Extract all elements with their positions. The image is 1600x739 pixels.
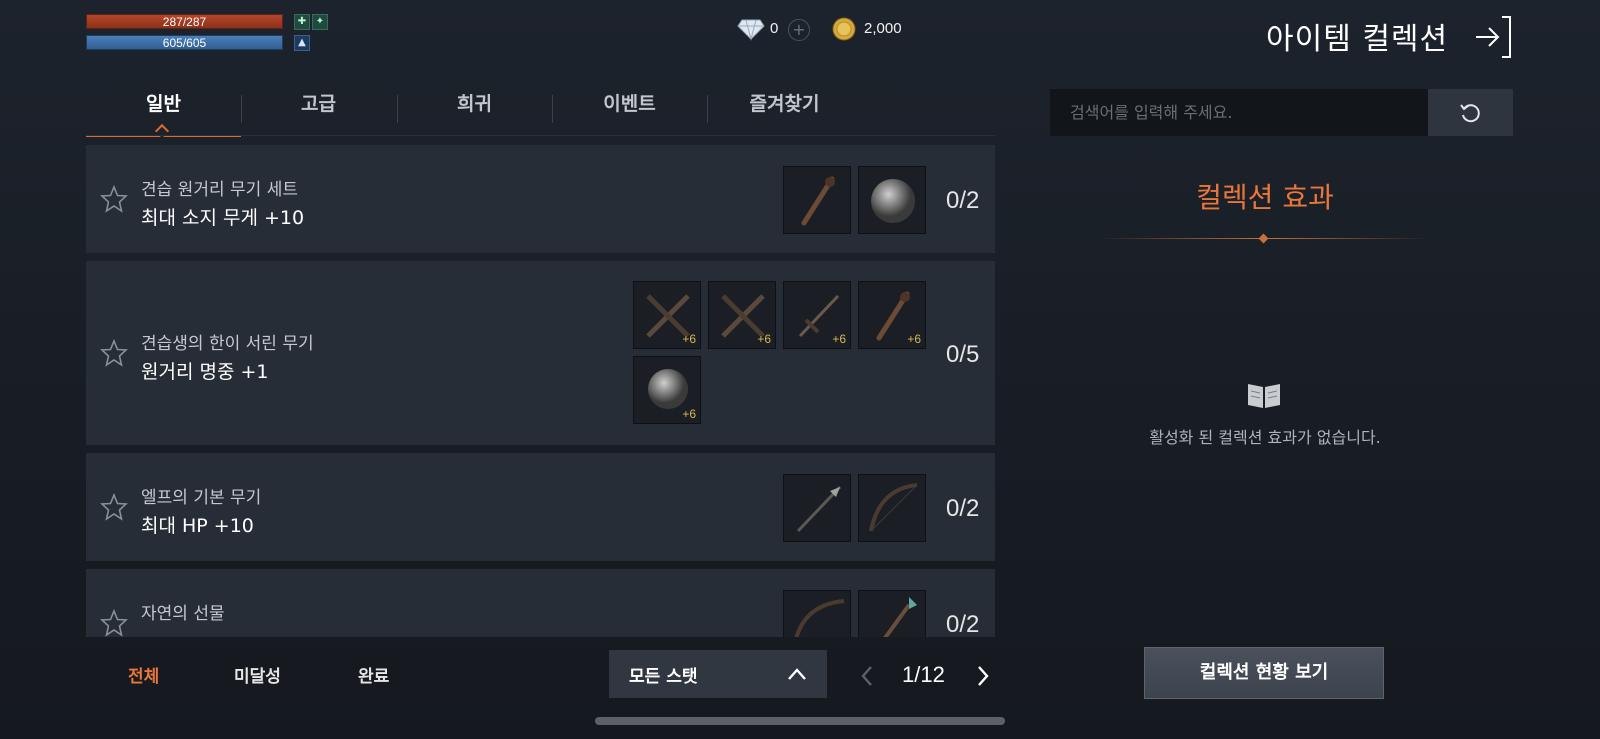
item-slot[interactable]: +6 xyxy=(633,281,701,349)
collection-list[interactable]: 견습 원거리 무기 세트 최대 소지 무게 +10 0/2 견습생의 한이 서린… xyxy=(86,145,995,637)
staff-icon xyxy=(801,176,835,226)
enhance-level: +6 xyxy=(682,407,696,421)
favorite-star-icon[interactable] xyxy=(100,185,128,213)
collection-effect: 원거리 명중 +1 xyxy=(141,361,269,383)
tab-event[interactable]: 이벤트 xyxy=(552,87,707,137)
enhance-level: +6 xyxy=(682,332,696,346)
collection-row[interactable]: 견습생의 한이 서린 무기 원거리 명중 +1 +6 +6 +6 +6 +6 0… xyxy=(86,261,995,445)
item-slot[interactable] xyxy=(783,474,851,542)
collection-name: 견습생의 한이 서린 무기 xyxy=(141,334,314,354)
diamond-count: 0 xyxy=(770,20,779,37)
buff-icon[interactable]: ▲ xyxy=(294,35,310,51)
stat-filter-dropdown[interactable]: 모든 스탯 xyxy=(609,650,827,698)
tab-rare[interactable]: 희귀 xyxy=(397,87,552,137)
reset-search-button[interactable] xyxy=(1428,89,1513,136)
home-indicator[interactable] xyxy=(595,717,1005,725)
favorite-star-icon[interactable] xyxy=(100,609,128,637)
enhance-level: +6 xyxy=(757,332,771,346)
page-title: 아이템 컬렉션 xyxy=(1266,22,1449,57)
item-slot[interactable] xyxy=(783,166,851,234)
collection-progress: 0/2 xyxy=(946,187,980,214)
buff-icon[interactable]: ✚ xyxy=(294,14,310,30)
gold-count: 2,000 xyxy=(864,20,902,37)
collection-progress: 0/2 xyxy=(946,611,980,637)
tab-bar: 일반 고급 희귀 이벤트 즐겨찾기 xyxy=(86,87,862,139)
tab-advanced[interactable]: 고급 xyxy=(241,87,396,137)
collection-effect-title: 컬렉션 효과 xyxy=(1196,181,1334,214)
collection-effect: 최대 소지 무게 +10 xyxy=(141,207,305,229)
item-slot[interactable]: +6 xyxy=(858,281,926,349)
stat-filter-value: 모든 스탯 xyxy=(629,666,698,687)
tab-divider-line xyxy=(86,135,995,136)
filter-incomplete[interactable]: 미달성 xyxy=(234,662,281,687)
collection-name: 자연의 선물 xyxy=(141,604,225,624)
search-input[interactable] xyxy=(1050,89,1428,136)
collection-row[interactable]: 견습 원거리 무기 세트 최대 소지 무게 +10 0/2 xyxy=(86,145,995,253)
buff-icon[interactable]: ✦ xyxy=(312,14,328,30)
item-slot[interactable]: +6 xyxy=(783,281,851,349)
collection-effect: 최대 HP +10 xyxy=(141,515,254,537)
add-diamond-icon[interactable]: + xyxy=(788,19,810,41)
spear-icon xyxy=(796,485,842,533)
diamond-icon xyxy=(737,19,765,41)
mp-bar: 605/605 xyxy=(86,35,283,50)
item-slot[interactable]: +6 xyxy=(708,281,776,349)
exit-icon[interactable] xyxy=(1474,15,1514,59)
bow-icon xyxy=(869,483,918,532)
enhance-level: +6 xyxy=(907,332,921,346)
filter-complete[interactable]: 완료 xyxy=(358,662,389,687)
collection-progress: 0/5 xyxy=(946,341,980,368)
title-divider-ornament xyxy=(1258,233,1269,244)
page-indicator: 1/12 xyxy=(902,662,945,687)
item-slot[interactable] xyxy=(783,590,851,637)
collection-row[interactable]: 자연의 선물 0/2 xyxy=(86,569,995,637)
collection-name: 엘프의 기본 무기 xyxy=(141,488,262,508)
tab-favorites[interactable]: 즐겨찾기 xyxy=(707,87,862,137)
refresh-icon xyxy=(1459,103,1480,122)
orb-icon xyxy=(871,179,915,223)
collection-row[interactable]: 엘프의 기본 무기 최대 HP +10 0/2 xyxy=(86,453,995,561)
gold-coin-icon xyxy=(832,17,856,41)
wand-icon xyxy=(883,597,917,637)
item-slot[interactable] xyxy=(858,166,926,234)
empty-effects-message: 활성화 된 컬렉션 효과가 없습니다. xyxy=(1149,428,1381,447)
chevron-up-icon xyxy=(788,668,806,680)
filter-all[interactable]: 전체 xyxy=(128,662,159,687)
favorite-star-icon[interactable] xyxy=(100,493,128,521)
item-slot[interactable] xyxy=(858,590,926,637)
bow-icon xyxy=(794,599,845,637)
enhance-level: +6 xyxy=(832,332,846,346)
item-slot[interactable] xyxy=(858,474,926,542)
collection-name: 견습 원거리 무기 세트 xyxy=(141,180,298,200)
favorite-star-icon[interactable] xyxy=(100,339,128,367)
view-collection-status-button[interactable]: 컬렉션 현황 보기 xyxy=(1144,647,1384,699)
item-slot[interactable]: +6 xyxy=(633,356,701,424)
next-page-icon[interactable] xyxy=(976,664,990,688)
hp-bar: 287/287 xyxy=(86,14,283,29)
open-book-icon xyxy=(1248,384,1280,408)
prev-page-icon[interactable] xyxy=(860,664,874,688)
collection-progress: 0/2 xyxy=(946,495,980,522)
